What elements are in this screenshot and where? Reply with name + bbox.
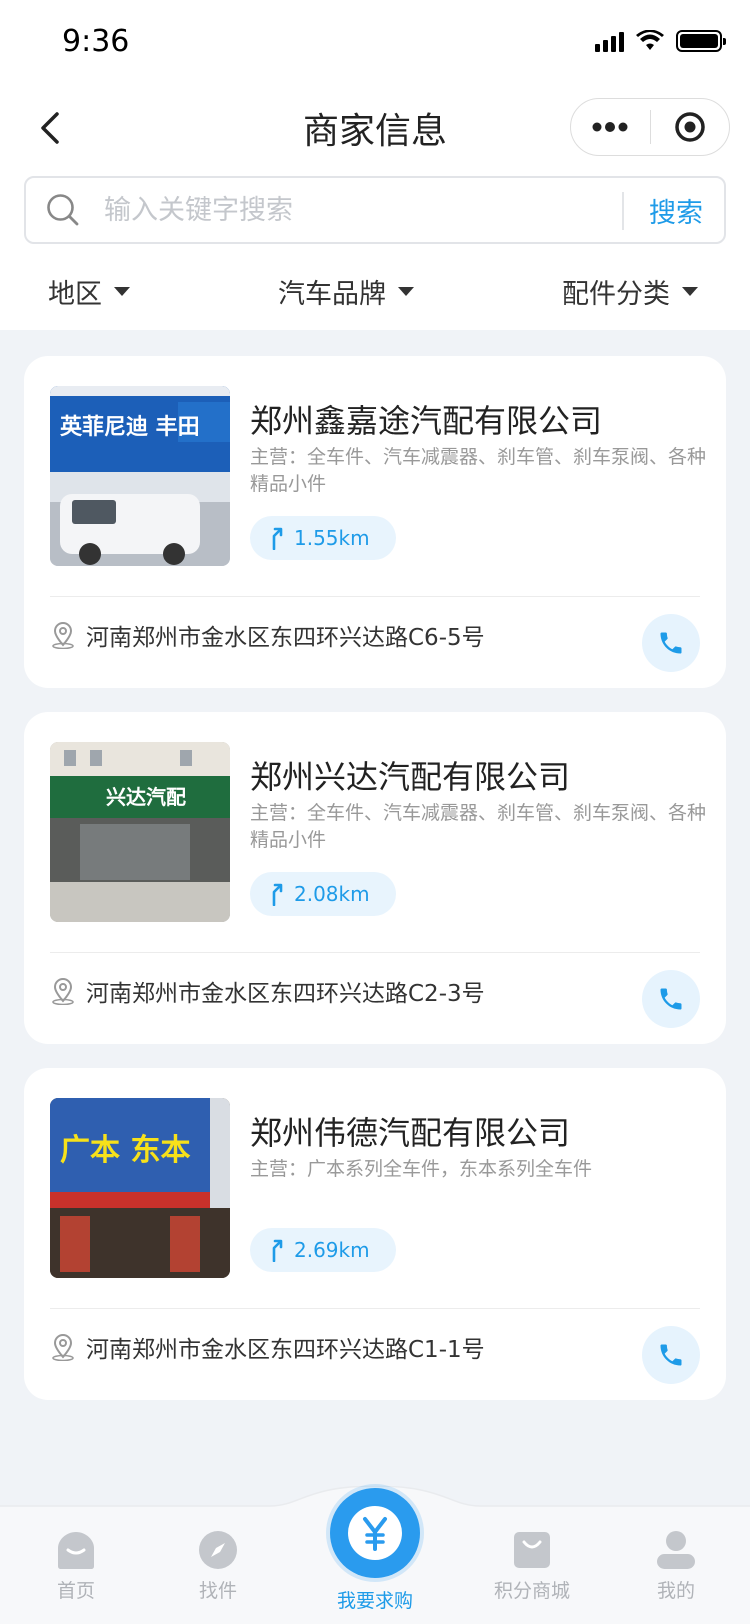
- call-button[interactable]: [642, 970, 700, 1028]
- search-bar: 搜索: [24, 176, 726, 244]
- distance-badge[interactable]: 1.55km: [250, 516, 396, 560]
- tab-label: 首页: [56, 1580, 95, 1602]
- merchant-photo: 英菲尼迪 丰田: [50, 386, 230, 566]
- caret-down-icon: [114, 287, 130, 296]
- location-pin-icon: [52, 1334, 74, 1361]
- merchant-business: 主营：全车件、汽车减震器、刹车管、刹车泵阀、各种精品小件: [250, 802, 707, 851]
- merchant-card[interactable]: 兴达汽配 郑州兴达汽配有限公司 主营：全车件、汽车减震器、刹车管、刹车泵阀、各种…: [24, 712, 726, 1044]
- tab-label: 积分商城: [493, 1580, 570, 1602]
- turn-right-arrow-icon: [272, 883, 283, 906]
- turn-right-arrow-icon: [272, 1239, 283, 1262]
- mini-program-capsule: [570, 98, 730, 156]
- tab-label: 我的: [656, 1580, 695, 1602]
- more-dots-icon: [592, 122, 628, 132]
- merchant-address: 河南郑州市金水区东四环兴达路C6-5号: [86, 625, 485, 651]
- phone-icon: [660, 632, 682, 654]
- close-program-button[interactable]: [651, 99, 730, 155]
- filter-label: 配件分类: [562, 279, 670, 310]
- address-row: 河南郑州市金水区东四环兴达路C6-5号: [50, 618, 485, 652]
- tab-label-purchase[interactable]: 我要求购: [300, 1586, 450, 1613]
- merchant-card[interactable]: 英菲尼迪 丰田 郑州鑫嘉途汽配有限公司 主营：全车件、汽车减震器、刹车管、刹车泵…: [24, 356, 726, 688]
- address-row: 河南郑州市金水区东四环兴达路C1-1号: [50, 1330, 485, 1364]
- distance-text: 1.55km: [294, 526, 370, 550]
- target-icon: [675, 112, 705, 142]
- filter-car-brand[interactable]: 汽车品牌: [278, 272, 414, 311]
- distance-text: 2.69km: [294, 1238, 370, 1262]
- merchant-photo: 广本 东本: [50, 1098, 230, 1278]
- tab-mine[interactable]: 我的: [626, 1530, 726, 1603]
- search-button[interactable]: 搜索: [626, 178, 726, 242]
- tab-home[interactable]: 首页: [26, 1530, 126, 1603]
- distance-badge[interactable]: 2.08km: [250, 872, 396, 916]
- merchant-name: 郑州兴达汽配有限公司: [250, 758, 571, 796]
- yen-icon: [348, 1506, 402, 1560]
- distance-badge[interactable]: 2.69km: [250, 1228, 396, 1272]
- merchant-address: 河南郑州市金水区东四环兴达路C1-1号: [86, 1337, 485, 1363]
- merchant-photo: 兴达汽配: [50, 742, 230, 922]
- more-button[interactable]: [571, 99, 650, 155]
- top-section: 9:36 商家信息 输入关键字搜索 搜索 地区 汽车品牌 配件分类: [0, 0, 750, 330]
- status-icons: [595, 30, 726, 52]
- status-bar: 9:36: [0, 0, 750, 88]
- phone-icon: [660, 988, 682, 1010]
- merchant-name: 郑州伟德汽配有限公司: [250, 1114, 571, 1152]
- signal-icon: [595, 30, 624, 52]
- merchant-business: 主营：广本系列全车件，东本系列全车件: [250, 1158, 593, 1180]
- turn-right-arrow-icon: [272, 527, 283, 550]
- tab-find-parts[interactable]: 找件: [168, 1530, 268, 1603]
- merchant-address: 河南郑州市金水区东四环兴达路C2-3号: [86, 981, 485, 1007]
- status-time: 9:36: [62, 24, 130, 59]
- card-divider: [50, 952, 700, 953]
- filter-bar: 地区 汽车品牌 配件分类: [0, 262, 750, 322]
- caret-down-icon: [682, 287, 698, 296]
- user-icon: [657, 1531, 695, 1569]
- battery-icon: [676, 30, 726, 52]
- tab-bar: 首页 找件 我要求购 积分商城 我的: [0, 1486, 750, 1624]
- distance-text: 2.08km: [294, 882, 370, 906]
- card-divider: [50, 596, 700, 597]
- search-icon: [47, 194, 79, 226]
- nav-bar: 商家信息: [0, 88, 750, 168]
- search-separator: [622, 192, 624, 230]
- filter-label: 汽车品牌: [278, 279, 386, 310]
- merchant-business: 主营：全车件、汽车减震器、刹车管、刹车泵阀、各种精品小件: [250, 446, 707, 495]
- caret-down-icon: [398, 287, 414, 296]
- merchant-card[interactable]: 广本 东本 郑州伟德汽配有限公司 主营：广本系列全车件，东本系列全车件 2.69…: [24, 1068, 726, 1400]
- filter-label: 地区: [48, 279, 102, 310]
- sign-text: 兴达汽配: [106, 785, 186, 809]
- call-button[interactable]: [642, 614, 700, 672]
- wifi-icon: [636, 30, 664, 50]
- call-button[interactable]: [642, 1326, 700, 1384]
- sign-text: 英菲尼迪 丰田: [60, 415, 200, 440]
- merchant-name: 郑州鑫嘉途汽配有限公司: [250, 402, 603, 440]
- phone-icon: [660, 1344, 682, 1366]
- filter-parts-category[interactable]: 配件分类: [562, 272, 698, 311]
- location-pin-icon: [52, 622, 74, 649]
- tab-label: 找件: [198, 1580, 237, 1602]
- tab-points-mall[interactable]: 积分商城: [482, 1530, 582, 1603]
- search-input[interactable]: [104, 178, 624, 242]
- shopping-bag-icon: [514, 1532, 550, 1568]
- purchase-request-button[interactable]: [330, 1488, 420, 1578]
- compass-icon: [199, 1531, 237, 1569]
- sign-text: 广本 东本: [60, 1133, 190, 1168]
- location-pin-icon: [52, 978, 74, 1005]
- filter-region[interactable]: 地区: [48, 272, 130, 311]
- address-row: 河南郑州市金水区东四环兴达路C2-3号: [50, 974, 485, 1008]
- card-divider: [50, 1308, 700, 1309]
- home-icon: [58, 1532, 94, 1569]
